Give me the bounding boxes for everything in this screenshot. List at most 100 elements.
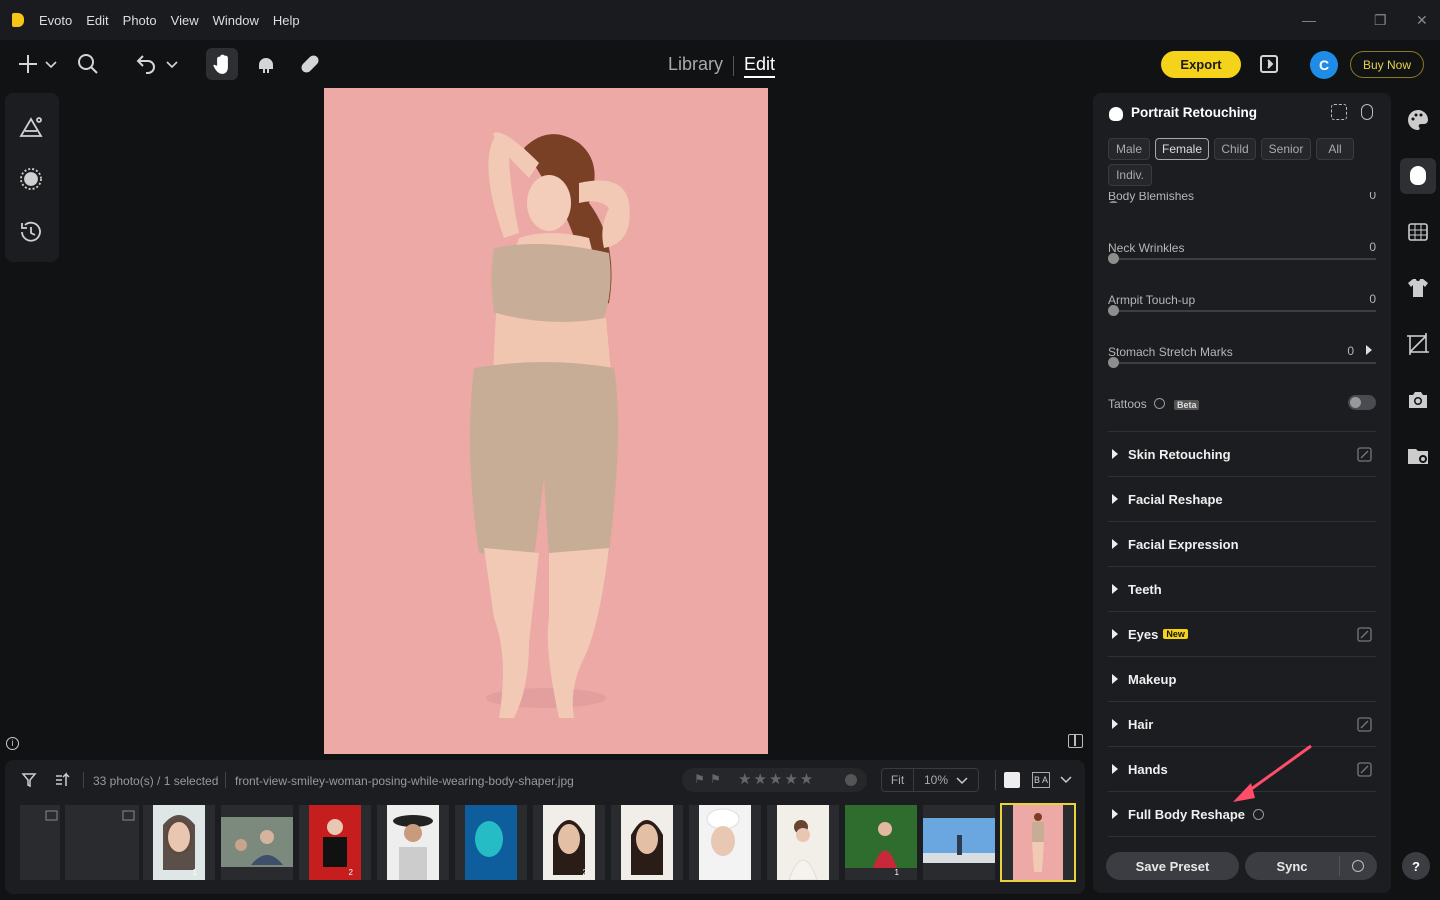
add-icon[interactable] xyxy=(17,53,57,75)
compare-panel-icon[interactable] xyxy=(1258,53,1280,75)
filmstrip-thumb[interactable]: 1 xyxy=(845,805,917,880)
filmstrip-thumb[interactable] xyxy=(377,805,449,880)
folder-preview-icon[interactable] xyxy=(1406,444,1430,468)
tattoos-toggle[interactable] xyxy=(1348,395,1376,410)
slider-value: 0 xyxy=(1369,240,1376,254)
brush-icon[interactable] xyxy=(255,53,277,75)
filter-all[interactable]: All xyxy=(1316,138,1354,160)
minimize-icon[interactable]: — xyxy=(1302,12,1316,28)
help-circle-icon[interactable] xyxy=(1154,398,1166,409)
divider xyxy=(1339,856,1340,876)
slider-track[interactable] xyxy=(1108,206,1376,208)
undo-icon[interactable] xyxy=(135,53,181,75)
filter-child[interactable]: Child xyxy=(1214,138,1256,160)
star-rating-icon[interactable]: ★★★★★ xyxy=(738,770,815,788)
slider-neck-wrinkles[interactable]: Neck Wrinkles 0 xyxy=(1108,240,1376,264)
slider-track[interactable] xyxy=(1108,258,1376,260)
app-name: Evoto xyxy=(39,12,73,28)
filmstrip-thumb[interactable] xyxy=(221,805,293,880)
filmstrip-thumb[interactable] xyxy=(689,805,761,880)
portrait-retouch-tab[interactable] xyxy=(1400,158,1436,194)
slider-track[interactable] xyxy=(1108,362,1376,364)
menu-help[interactable]: Help xyxy=(266,13,307,28)
avatar[interactable]: C xyxy=(1310,51,1338,79)
section-eyes[interactable]: Eyes New xyxy=(1108,611,1376,656)
sync-button[interactable]: Sync xyxy=(1245,852,1377,880)
palette-icon[interactable] xyxy=(1406,108,1430,132)
slider-label: Stomach Stretch Marks xyxy=(1108,345,1233,359)
filmstrip-panel: 33 photo(s) / 1 selected front-view-smil… xyxy=(5,760,1085,894)
filter-male[interactable]: Male xyxy=(1108,138,1150,160)
slider-armpit-touchup[interactable]: Armpit Touch-up 0 xyxy=(1108,292,1376,316)
filmstrip-thumb[interactable]: 2 xyxy=(299,805,371,880)
background-icon[interactable] xyxy=(1406,220,1430,244)
filmstrip-thumb[interactable] xyxy=(65,805,139,880)
menu-photo[interactable]: Photo xyxy=(116,13,164,28)
expand-arrow-icon[interactable] xyxy=(1366,345,1372,355)
filmstrip-thumb[interactable] xyxy=(611,805,683,880)
crop-icon[interactable] xyxy=(1406,332,1430,356)
section-facial-expression[interactable]: Facial Expression xyxy=(1108,521,1376,566)
slider-knob[interactable] xyxy=(1108,305,1119,316)
sync-settings-icon[interactable] xyxy=(1352,860,1364,872)
tab-library[interactable]: Library xyxy=(668,54,723,78)
slider-knob[interactable] xyxy=(1108,201,1119,203)
clothing-icon[interactable] xyxy=(1406,276,1430,300)
reject-flag-icon[interactable]: ⚑ xyxy=(710,772,721,786)
export-button[interactable]: Export xyxy=(1161,51,1241,78)
restore-icon[interactable]: ❐ xyxy=(1374,12,1387,29)
photo-canvas[interactable] xyxy=(324,88,768,754)
slider-track[interactable] xyxy=(1108,310,1376,312)
search-icon[interactable] xyxy=(77,53,99,75)
filter-senior[interactable]: Senior xyxy=(1261,138,1311,160)
color-label-icon[interactable] xyxy=(845,774,857,786)
slider-stomach-stretch-marks[interactable]: Stomach Stretch Marks 0 xyxy=(1108,344,1376,368)
filmstrip-thumb[interactable] xyxy=(20,805,60,880)
camera-icon[interactable] xyxy=(1406,388,1430,412)
edited-icon xyxy=(1357,446,1372,462)
info-icon[interactable]: i xyxy=(6,737,19,750)
close-icon[interactable]: ✕ xyxy=(1416,12,1428,29)
help-button[interactable]: ? xyxy=(1402,852,1430,880)
fit-button[interactable]: Fit xyxy=(882,769,914,791)
adjust-icon[interactable] xyxy=(18,114,44,140)
menu-edit[interactable]: Edit xyxy=(79,13,115,28)
slider-value: 0 xyxy=(1369,188,1376,202)
bandage-icon[interactable] xyxy=(299,53,321,75)
menu-window[interactable]: Window xyxy=(206,13,266,28)
zoom-value[interactable]: 10% xyxy=(914,769,978,791)
portrait-ai-icon[interactable] xyxy=(18,166,44,192)
hand-tool-icon[interactable] xyxy=(206,48,238,80)
filmstrip-thumb[interactable] xyxy=(767,805,839,880)
save-preset-button[interactable]: Save Preset xyxy=(1106,852,1239,880)
zoom-control[interactable]: Fit 10% xyxy=(881,768,979,792)
section-facial-reshape[interactable]: Facial Reshape xyxy=(1108,476,1376,521)
reset-icon[interactable] xyxy=(1361,104,1373,120)
section-skin-retouching[interactable]: Skin Retouching xyxy=(1108,431,1376,476)
help-circle-icon[interactable] xyxy=(1253,808,1265,820)
sort-icon[interactable] xyxy=(54,772,70,788)
section-makeup[interactable]: Makeup xyxy=(1108,656,1376,701)
flag-icon[interactable]: ⚑ xyxy=(694,772,705,786)
filter-female[interactable]: Female xyxy=(1155,138,1209,160)
filmstrip-thumb[interactable] xyxy=(455,805,527,880)
filter-icon[interactable] xyxy=(21,772,37,788)
filmstrip-thumb[interactable]: 1 xyxy=(143,805,215,880)
filmstrip-thumb[interactable] xyxy=(923,805,995,880)
before-after-icon[interactable]: B A xyxy=(1032,772,1050,788)
split-view-icon[interactable] xyxy=(1068,734,1083,748)
filmstrip-thumb-selected[interactable] xyxy=(1000,803,1076,882)
slider-knob[interactable] xyxy=(1108,253,1119,264)
slider-body-blemishes[interactable]: Body Blemishes 0 xyxy=(1108,188,1376,203)
menu-view[interactable]: View xyxy=(164,13,206,28)
slider-knob[interactable] xyxy=(1108,357,1119,368)
chevron-down-icon[interactable] xyxy=(1060,775,1072,784)
single-view-icon[interactable] xyxy=(1004,772,1020,788)
filmstrip-thumb[interactable]: 2 xyxy=(533,805,605,880)
history-icon[interactable] xyxy=(18,219,44,245)
section-teeth[interactable]: Teeth xyxy=(1108,566,1376,611)
buy-now-button[interactable]: Buy Now xyxy=(1350,51,1424,78)
face-select-icon[interactable] xyxy=(1331,104,1347,120)
tab-edit[interactable]: Edit xyxy=(744,54,776,78)
filter-individual[interactable]: Indiv. xyxy=(1108,164,1152,186)
